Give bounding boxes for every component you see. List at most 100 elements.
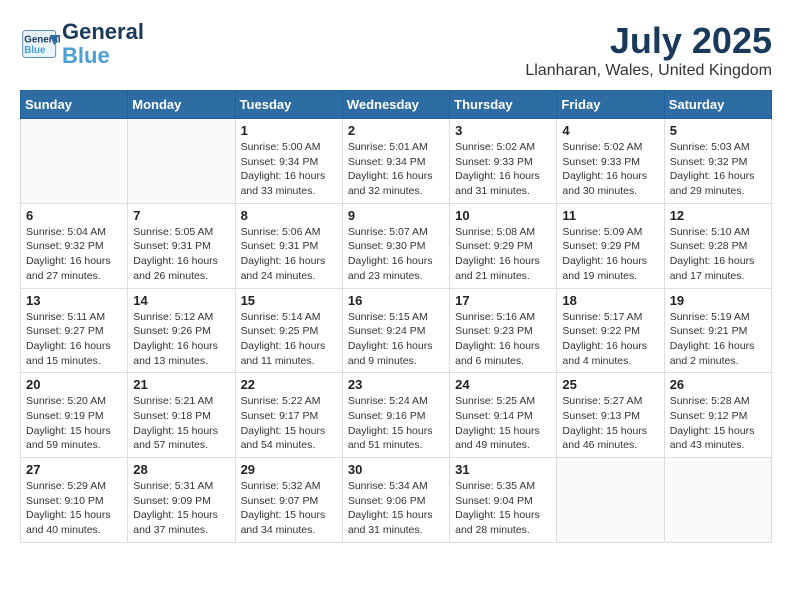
calendar-day-cell: 29 Sunrise: 5:32 AMSunset: 9:07 PMDayligh… (235, 458, 342, 543)
day-number: 27 (26, 462, 122, 477)
day-info: Sunrise: 5:02 AMSunset: 9:33 PMDaylight:… (562, 140, 658, 199)
calendar-day-cell: 12 Sunrise: 5:10 AMSunset: 9:28 PMDayligh… (664, 203, 771, 288)
day-number: 29 (241, 462, 337, 477)
day-info: Sunrise: 5:21 AMSunset: 9:18 PMDaylight:… (133, 394, 229, 453)
weekday-header-monday: Monday (128, 91, 235, 119)
day-number: 4 (562, 123, 658, 138)
calendar-day-cell: 24Sunrise: 5:25 AMSunset: 9:14 PMDayligh… (450, 373, 557, 458)
month-title: July 2025 (525, 20, 772, 62)
day-info: Sunrise: 5:14 AMSunset: 9:25 PMDaylight:… (241, 310, 337, 369)
day-number: 18 (562, 293, 658, 308)
day-info: Sunrise: 5:25 AMSunset: 9:14 PMDaylight:… (455, 394, 551, 453)
day-info: Sunrise: 5:19 AMSunset: 9:21 PMDaylight:… (670, 310, 766, 369)
day-number: 16 (348, 293, 444, 308)
calendar-day-cell: 7 Sunrise: 5:05 AMSunset: 9:31 PMDaylight… (128, 203, 235, 288)
logo: General Blue General Blue (20, 20, 144, 68)
weekday-header-wednesday: Wednesday (342, 91, 449, 119)
day-info: Sunrise: 5:35 AMSunset: 9:04 PMDaylight:… (455, 479, 551, 538)
calendar-day-cell: 4 Sunrise: 5:02 AMSunset: 9:33 PMDaylight… (557, 119, 664, 204)
day-number: 2 (348, 123, 444, 138)
title-area: July 2025 Llanharan, Wales, United Kingd… (525, 20, 772, 80)
day-info: Sunrise: 5:04 AMSunset: 9:32 PMDaylight:… (26, 225, 122, 284)
header: General Blue General Blue July 2025 Llan… (20, 20, 772, 80)
calendar-day-cell: 23 Sunrise: 5:24 AMSunset: 9:16 PMDayligh… (342, 373, 449, 458)
day-number: 12 (670, 208, 766, 223)
day-info: Sunrise: 5:10 AMSunset: 9:28 PMDaylight:… (670, 225, 766, 284)
calendar-day-cell: 14 Sunrise: 5:12 AMSunset: 9:26 PMDayligh… (128, 288, 235, 373)
day-info: Sunrise: 5:29 AMSunset: 9:10 PMDaylight:… (26, 479, 122, 538)
day-info: Sunrise: 5:07 AMSunset: 9:30 PMDaylight:… (348, 225, 444, 284)
calendar-day-cell: 2 Sunrise: 5:01 AMSunset: 9:34 PMDaylight… (342, 119, 449, 204)
day-info: Sunrise: 5:08 AMSunset: 9:29 PMDaylight:… (455, 225, 551, 284)
calendar-day-cell: 31 Sunrise: 5:35 AMSunset: 9:04 PMDayligh… (450, 458, 557, 543)
day-number: 7 (133, 208, 229, 223)
svg-text:Blue: Blue (24, 45, 46, 56)
calendar-day-cell: 1 Sunrise: 5:00 AMSunset: 9:34 PMDaylight… (235, 119, 342, 204)
day-info: Sunrise: 5:01 AMSunset: 9:34 PMDaylight:… (348, 140, 444, 199)
calendar-day-cell: 6 Sunrise: 5:04 AMSunset: 9:32 PMDaylight… (21, 203, 128, 288)
day-info: Sunrise: 5:27 AMSunset: 9:13 PMDaylight:… (562, 394, 658, 453)
day-number: 15 (241, 293, 337, 308)
day-info: Sunrise: 5:12 AMSunset: 9:26 PMDaylight:… (133, 310, 229, 369)
calendar-table: SundayMondayTuesdayWednesdayThursdayFrid… (20, 90, 772, 543)
day-info: Sunrise: 5:09 AMSunset: 9:29 PMDaylight:… (562, 225, 658, 284)
calendar-day-cell: 13Sunrise: 5:11 AMSunset: 9:27 PMDayligh… (21, 288, 128, 373)
logo-text: General Blue (62, 20, 144, 68)
day-number: 10 (455, 208, 551, 223)
day-number: 20 (26, 377, 122, 392)
day-number: 1 (241, 123, 337, 138)
day-number: 13 (26, 293, 122, 308)
calendar-day-cell: 9 Sunrise: 5:07 AMSunset: 9:30 PMDaylight… (342, 203, 449, 288)
day-info: Sunrise: 5:02 AMSunset: 9:33 PMDaylight:… (455, 140, 551, 199)
day-info: Sunrise: 5:06 AMSunset: 9:31 PMDaylight:… (241, 225, 337, 284)
day-info: Sunrise: 5:34 AMSunset: 9:06 PMDaylight:… (348, 479, 444, 538)
calendar-day-cell: 19Sunrise: 5:19 AMSunset: 9:21 PMDayligh… (664, 288, 771, 373)
calendar-day-cell: 25 Sunrise: 5:27 AMSunset: 9:13 PMDayligh… (557, 373, 664, 458)
weekday-header-sunday: Sunday (21, 91, 128, 119)
day-number: 25 (562, 377, 658, 392)
day-number: 9 (348, 208, 444, 223)
day-info: Sunrise: 5:32 AMSunset: 9:07 PMDaylight:… (241, 479, 337, 538)
day-info: Sunrise: 5:20 AMSunset: 9:19 PMDaylight:… (26, 394, 122, 453)
day-info: Sunrise: 5:00 AMSunset: 9:34 PMDaylight:… (241, 140, 337, 199)
calendar-day-cell: 26Sunrise: 5:28 AMSunset: 9:12 PMDayligh… (664, 373, 771, 458)
calendar-day-cell: 5 Sunrise: 5:03 AMSunset: 9:32 PMDaylight… (664, 119, 771, 204)
day-number: 22 (241, 377, 337, 392)
calendar-day-cell: 16Sunrise: 5:15 AMSunset: 9:24 PMDayligh… (342, 288, 449, 373)
calendar-week-row: 27 Sunrise: 5:29 AMSunset: 9:10 PMDayligh… (21, 458, 772, 543)
day-number: 6 (26, 208, 122, 223)
logo-icon: General Blue (20, 29, 60, 59)
day-number: 28 (133, 462, 229, 477)
day-info: Sunrise: 5:24 AMSunset: 9:16 PMDaylight:… (348, 394, 444, 453)
day-info: Sunrise: 5:05 AMSunset: 9:31 PMDaylight:… (133, 225, 229, 284)
calendar-day-cell: 22Sunrise: 5:22 AMSunset: 9:17 PMDayligh… (235, 373, 342, 458)
day-number: 14 (133, 293, 229, 308)
day-number: 21 (133, 377, 229, 392)
day-number: 30 (348, 462, 444, 477)
calendar-day-cell: 10 Sunrise: 5:08 AMSunset: 9:29 PMDayligh… (450, 203, 557, 288)
calendar-day-cell (21, 119, 128, 204)
day-number: 8 (241, 208, 337, 223)
day-info: Sunrise: 5:31 AMSunset: 9:09 PMDaylight:… (133, 479, 229, 538)
day-number: 26 (670, 377, 766, 392)
calendar-day-cell: 3 Sunrise: 5:02 AMSunset: 9:33 PMDaylight… (450, 119, 557, 204)
day-number: 31 (455, 462, 551, 477)
calendar-day-cell: 18Sunrise: 5:17 AMSunset: 9:22 PMDayligh… (557, 288, 664, 373)
day-number: 23 (348, 377, 444, 392)
day-number: 5 (670, 123, 766, 138)
day-number: 3 (455, 123, 551, 138)
calendar-day-cell: 21 Sunrise: 5:21 AMSunset: 9:18 PMDayligh… (128, 373, 235, 458)
day-info: Sunrise: 5:03 AMSunset: 9:32 PMDaylight:… (670, 140, 766, 199)
calendar-week-row: 13Sunrise: 5:11 AMSunset: 9:27 PMDayligh… (21, 288, 772, 373)
calendar-day-cell: 30 Sunrise: 5:34 AMSunset: 9:06 PMDayligh… (342, 458, 449, 543)
weekday-header-tuesday: Tuesday (235, 91, 342, 119)
calendar-day-cell: 27 Sunrise: 5:29 AMSunset: 9:10 PMDayligh… (21, 458, 128, 543)
calendar-day-cell: 15 Sunrise: 5:14 AMSunset: 9:25 PMDayligh… (235, 288, 342, 373)
calendar-day-cell (557, 458, 664, 543)
calendar-day-cell: 28 Sunrise: 5:31 AMSunset: 9:09 PMDayligh… (128, 458, 235, 543)
weekday-header-saturday: Saturday (664, 91, 771, 119)
day-info: Sunrise: 5:16 AMSunset: 9:23 PMDaylight:… (455, 310, 551, 369)
calendar-day-cell: 8 Sunrise: 5:06 AMSunset: 9:31 PMDaylight… (235, 203, 342, 288)
calendar-week-row: 6 Sunrise: 5:04 AMSunset: 9:32 PMDaylight… (21, 203, 772, 288)
calendar-week-row: 1 Sunrise: 5:00 AMSunset: 9:34 PMDaylight… (21, 119, 772, 204)
